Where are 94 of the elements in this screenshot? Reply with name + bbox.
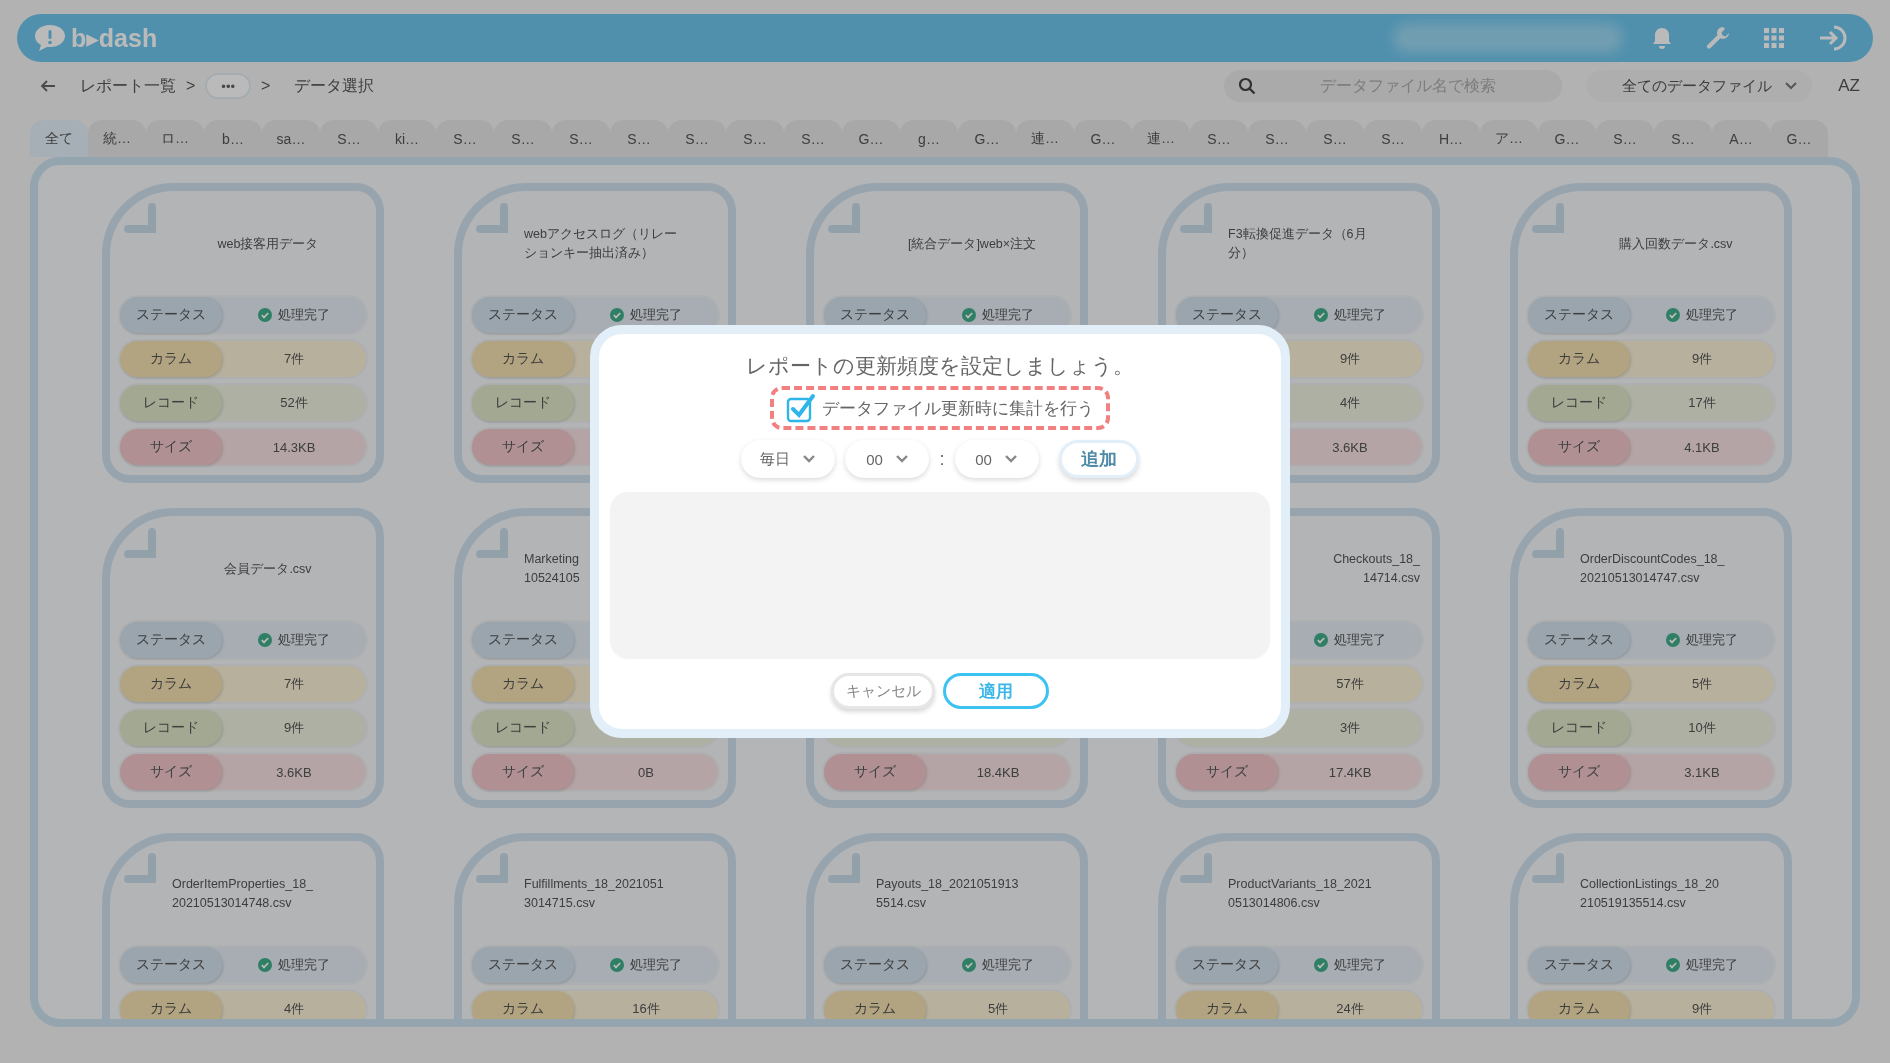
- breadcrumb-current: データ選択: [294, 75, 375, 96]
- row-value: 処理完了: [630, 956, 682, 974]
- row-value: 4件: [1339, 394, 1361, 412]
- row-label: ステータス: [472, 622, 574, 658]
- row-label: ステータス: [1176, 947, 1278, 983]
- row-value: 9件: [283, 719, 305, 737]
- row-value: 5件: [1691, 675, 1713, 693]
- file-name: 会員データ.csv: [223, 560, 313, 578]
- row-value: 3.6KB: [1332, 439, 1368, 455]
- row-label: ステータス: [120, 622, 222, 658]
- row-value: 17件: [1688, 394, 1716, 412]
- file-name: [統合データ]web×注文: [906, 235, 1038, 253]
- file-name: OrderItemProperties_18_ 20210513014748.csv: [172, 876, 315, 912]
- file-name: Marketing 10524105: [524, 551, 581, 587]
- row-label: カラム: [120, 991, 222, 1019]
- row-label: レコード: [1528, 710, 1630, 746]
- row-label: ステータス: [1528, 947, 1630, 983]
- row-value: 9件: [1339, 350, 1361, 368]
- row-label: サイズ: [1528, 754, 1630, 790]
- row-label: レコード: [472, 710, 574, 746]
- row-value: 処理完了: [630, 306, 682, 324]
- row-value: 7件: [283, 675, 305, 693]
- row-value: 処理完了: [982, 956, 1034, 974]
- row-label: レコード: [472, 385, 574, 421]
- row-label: サイズ: [1176, 754, 1278, 790]
- row-value: 処理完了: [1334, 306, 1386, 324]
- row-label: カラム: [472, 991, 574, 1019]
- row-value: 17.4KB: [1328, 764, 1372, 780]
- row-value: 4件: [283, 1000, 305, 1018]
- row-value: 処理完了: [278, 631, 330, 649]
- row-label: レコード: [120, 710, 222, 746]
- row-value: 4.1KB: [1684, 439, 1720, 455]
- row-label: レコード: [1528, 385, 1630, 421]
- row-label: カラム: [1528, 341, 1630, 377]
- file-name: webアクセスログ（リレー ションキー抽出済み）: [524, 226, 678, 262]
- row-label: カラム: [472, 666, 574, 702]
- row-value: 9件: [1691, 350, 1713, 368]
- row-value: 18.4KB: [976, 764, 1020, 780]
- row-value: 処理完了: [982, 306, 1034, 324]
- file-name: Checkouts_18_ 14714.csv: [1332, 551, 1420, 587]
- row-value: 3件: [1339, 719, 1361, 737]
- row-label: ステータス: [120, 947, 222, 983]
- row-label: カラム: [1176, 991, 1278, 1019]
- row-label: サイズ: [120, 429, 222, 465]
- row-value: 16件: [632, 1000, 660, 1018]
- row-value: 処理完了: [278, 956, 330, 974]
- row-value: 24件: [1336, 1000, 1364, 1018]
- row-label: サイズ: [120, 754, 222, 790]
- row-label: カラム: [120, 666, 222, 702]
- file-name: 購入回数データ.csv: [1618, 235, 1734, 253]
- file-name: Payouts_18_2021051913 5514.csv: [876, 876, 1020, 912]
- logo-text: b▸dash: [71, 23, 158, 53]
- row-label: サイズ: [1528, 429, 1630, 465]
- row-label: ステータス: [472, 297, 574, 333]
- row-label: サイズ: [824, 754, 926, 790]
- row-label: カラム: [824, 991, 926, 1019]
- row-value: 処理完了: [278, 306, 330, 324]
- row-label: ステータス: [824, 947, 926, 983]
- file-name: ProductVariants_18_2021 0513014806.csv: [1228, 876, 1373, 912]
- row-label: ステータス: [1528, 622, 1630, 658]
- file-name: OrderDiscountCodes_18_ 20210513014747.csv: [1580, 551, 1726, 587]
- row-value: 10件: [1688, 719, 1716, 737]
- row-value: 7件: [283, 350, 305, 368]
- row-value: 処理完了: [1686, 631, 1738, 649]
- row-value: 処理完了: [1334, 631, 1386, 649]
- file-name: F3転換促進データ（6月 分）: [1228, 226, 1368, 262]
- time-separator: :: [939, 448, 945, 470]
- row-label: ステータス: [1528, 297, 1630, 333]
- breadcrumb-separator: >: [261, 77, 271, 95]
- row-label: カラム: [1528, 991, 1630, 1019]
- row-label: ステータス: [472, 947, 574, 983]
- row-label: レコード: [120, 385, 222, 421]
- row-label: サイズ: [472, 754, 574, 790]
- row-label: カラム: [1528, 666, 1630, 702]
- row-value: 3.6KB: [276, 764, 312, 780]
- breadcrumb-separator: >: [186, 77, 196, 95]
- file-name: web接客用データ: [216, 235, 320, 253]
- row-label: サイズ: [472, 429, 574, 465]
- row-value: 52件: [280, 394, 308, 412]
- dialog-title: レポートの更新頻度を設定しましょう。: [746, 353, 1134, 379]
- row-value: 処理完了: [1334, 956, 1386, 974]
- file-name: CollectionListings_18_20 210519135514.csv: [1580, 876, 1720, 912]
- row-value: 3.1KB: [1684, 764, 1720, 780]
- row-value: 処理完了: [1686, 956, 1738, 974]
- row-value: 9件: [1691, 1000, 1713, 1018]
- row-value: 0B: [638, 764, 654, 780]
- row-value: 14.3KB: [272, 439, 316, 455]
- row-label: カラム: [120, 341, 222, 377]
- row-label: ステータス: [120, 297, 222, 333]
- row-value: 処理完了: [1686, 306, 1738, 324]
- row-value: 5件: [987, 1000, 1009, 1018]
- row-value: 57件: [1336, 675, 1364, 693]
- file-name: Fulfillments_18_2021051 3014715.csv: [524, 876, 665, 912]
- row-label: カラム: [472, 341, 574, 377]
